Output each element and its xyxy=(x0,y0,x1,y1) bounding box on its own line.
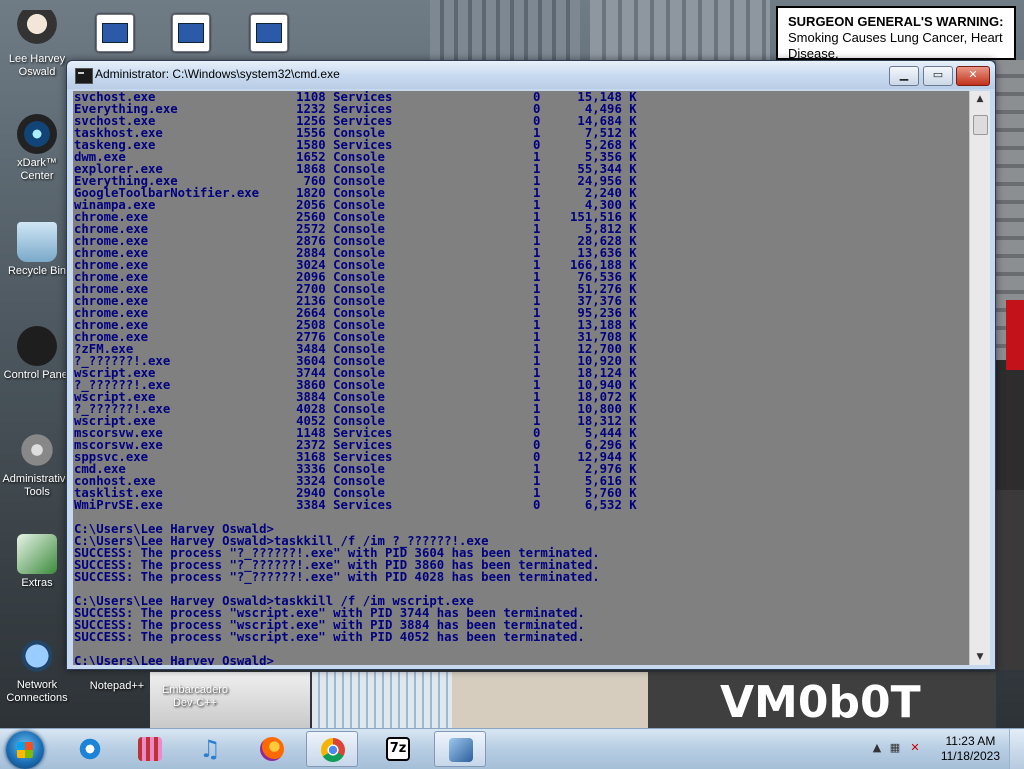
wallpaper-building xyxy=(996,360,1024,490)
extras-icon xyxy=(17,534,57,574)
desktop-icon-label: Recycle Bin xyxy=(7,265,67,277)
taskbar-cmd-button[interactable] xyxy=(434,731,486,767)
program-manager-icon xyxy=(138,737,162,761)
desktop-icon-control-panel[interactable]: Control Panel xyxy=(2,326,72,382)
desktop-icon-user[interactable]: Lee Harvey Oswald xyxy=(2,10,72,79)
taskbar: ♫ 7z ▲ ▦ ✕ 11:23 AM 11/18/2023 xyxy=(0,728,1024,769)
clock-date: 11/18/2023 xyxy=(940,749,1000,763)
desktop-icon-notepadpp[interactable]: Notepad++ xyxy=(82,680,152,693)
xdark-icon xyxy=(17,114,57,154)
desktop-icon-label: Notepad++ xyxy=(89,680,145,692)
desktop-icon-recycle-bin[interactable]: Recycle Bin xyxy=(2,222,72,278)
console-output[interactable]: svchost.exe 1108 Services 0 15,148 K Eve… xyxy=(73,91,969,665)
cmd-icon xyxy=(75,68,93,84)
desktop-icon-label: xDark™ Center xyxy=(17,157,57,182)
taskbar-firefox-button[interactable] xyxy=(246,731,298,767)
taskbar-program-manager-button[interactable] xyxy=(124,731,176,767)
scroll-thumb[interactable] xyxy=(973,115,988,135)
network-icon xyxy=(17,636,57,676)
console-line: C:\Users\Lee Harvey Oswald> xyxy=(74,654,274,665)
desktop-icon-network[interactable]: Network Connections xyxy=(2,636,72,705)
wallpaper-text: VM0b0T xyxy=(720,677,921,728)
console-line: WmiPrvSE.exe 3384 Services 0 6,532 K xyxy=(74,498,637,512)
system-tray: ▲ ▦ ✕ 11:23 AM 11/18/2023 xyxy=(864,729,1024,769)
script-file-icon[interactable] xyxy=(96,14,134,52)
wallpaper-building xyxy=(430,0,580,60)
taskbar-7zip-button[interactable]: 7z xyxy=(372,731,424,767)
windows-logo-icon xyxy=(17,742,33,758)
start-button[interactable] xyxy=(6,731,44,769)
control-panel-icon xyxy=(17,326,57,366)
console-line: SUCCESS: The process "?_??????!.exe" wit… xyxy=(74,570,600,584)
show-hidden-icons-chevron-icon[interactable]: ▲ xyxy=(870,741,884,755)
chrome-icon xyxy=(321,738,345,762)
user-icon xyxy=(17,10,57,50)
wallpaper-art xyxy=(312,672,452,728)
console-text: svchost.exe 1108 Services 0 15,148 K Eve… xyxy=(73,91,969,665)
desktop-icon-devcpp[interactable]: Embarcadero Dev-C++ xyxy=(158,684,232,710)
vertical-scrollbar[interactable]: ▲ ▼ xyxy=(969,91,990,665)
scroll-down-arrow-icon[interactable]: ▼ xyxy=(970,649,990,665)
7zip-icon: 7z xyxy=(386,737,410,761)
minimize-button[interactable]: ▁ xyxy=(889,66,919,86)
recycle-bin-icon xyxy=(17,222,57,262)
window-title: Administrator: C:\Windows\system32\cmd.e… xyxy=(95,67,340,81)
clock[interactable]: 11:23 AM 11/18/2023 xyxy=(941,734,1000,764)
clock-time: 11:23 AM xyxy=(945,734,996,748)
wallpaper-building xyxy=(996,490,1024,670)
warning-text: Smoking Causes Lung Cancer, Heart Diseas… xyxy=(788,30,1003,61)
show-desktop-button[interactable] xyxy=(1009,729,1024,769)
volume-muted-icon[interactable]: ✕ xyxy=(908,741,922,755)
window-titlebar[interactable]: Administrator: C:\Windows\system32\cmd.e… xyxy=(67,61,995,89)
close-button[interactable]: ✕ xyxy=(956,66,990,86)
taskbar-ie-button[interactable] xyxy=(64,731,116,767)
script-file-icon[interactable] xyxy=(250,14,288,52)
warning-bold: SURGEON GENERAL'S WARNING: xyxy=(788,14,1004,29)
surgeon-general-warning: SURGEON GENERAL'S WARNING: Smoking Cause… xyxy=(776,6,1016,61)
desktop-icon-xdark[interactable]: xDark™ Center xyxy=(2,114,72,183)
desktop-icon-label: Network Connections xyxy=(6,679,68,704)
wallpaper-building xyxy=(590,0,770,60)
desktop-icon-label: Control Panel xyxy=(3,369,71,381)
wallpaper-art: VM0b0T xyxy=(648,672,996,728)
wallpaper-art xyxy=(452,672,648,728)
cmd-icon xyxy=(449,738,473,762)
internet-explorer-icon xyxy=(78,737,102,761)
desktop-icon-label: Embarcadero Dev-C++ xyxy=(161,684,229,709)
itunes-icon: ♫ xyxy=(199,735,221,763)
script-file-icon[interactable] xyxy=(172,14,210,52)
desktop-icon-label: Lee Harvey Oswald xyxy=(8,53,66,78)
firefox-icon xyxy=(260,737,284,761)
cmd-window[interactable]: Administrator: C:\Windows\system32\cmd.e… xyxy=(66,60,996,670)
taskbar-chrome-button[interactable] xyxy=(306,731,358,767)
desktop-icon-admin-tools[interactable]: Administrative Tools xyxy=(2,430,72,499)
taskbar-itunes-button[interactable]: ♫ xyxy=(184,731,236,767)
network-icon[interactable]: ▦ xyxy=(888,741,902,755)
console-line: SUCCESS: The process "wscript.exe" with … xyxy=(74,630,585,644)
wallpaper-flag xyxy=(1006,300,1024,370)
scroll-up-arrow-icon[interactable]: ▲ xyxy=(970,91,990,107)
gear-icon xyxy=(17,430,57,470)
maximize-button[interactable]: ▭ xyxy=(923,66,953,86)
desktop-icon-label: Administrative Tools xyxy=(2,473,72,498)
desktop-icon-label: Extras xyxy=(21,577,53,589)
desktop-icon-extras[interactable]: Extras xyxy=(2,534,72,590)
